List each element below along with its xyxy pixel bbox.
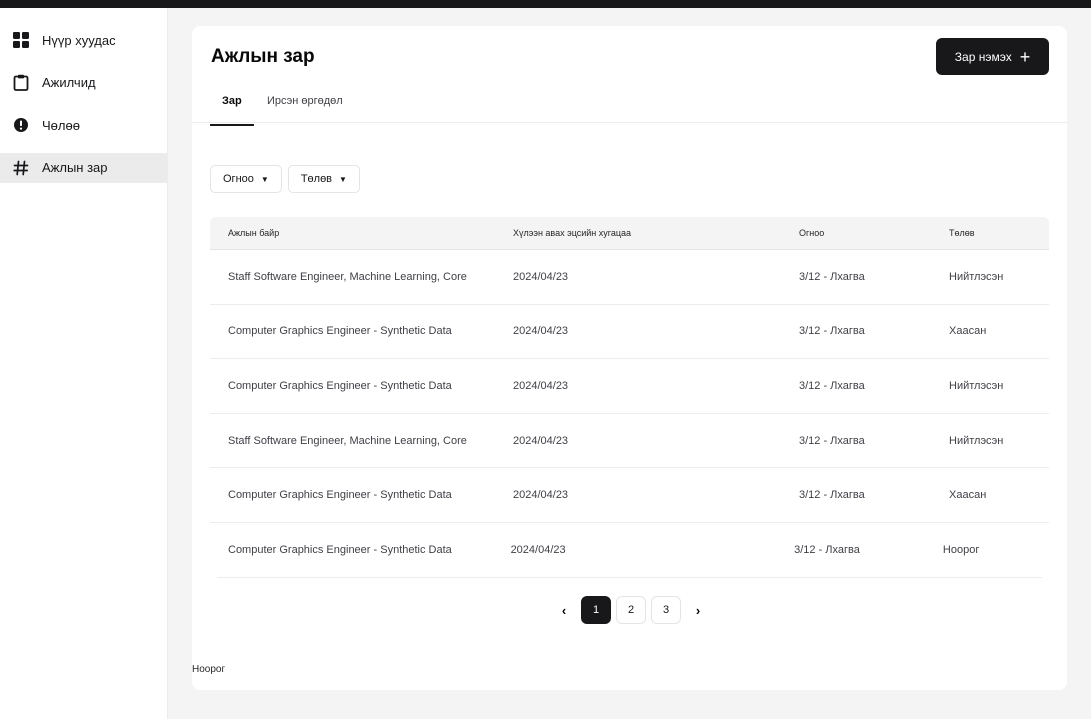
sidebar: Нүүр хуудас Ажилчид Чөлөө Ажлын зар xyxy=(0,8,168,719)
cell-position: Computer Graphics Engineer - Synthetic D… xyxy=(228,379,452,392)
chevron-down-icon: ▼ xyxy=(339,174,347,184)
column-header-date[interactable]: Огноо xyxy=(781,228,931,238)
cell-deadline: 2024/04/23 xyxy=(513,489,569,502)
cell-date: 3/12 - Лхагва xyxy=(799,270,865,283)
cell-status: Нийтлэсэн xyxy=(949,379,1004,392)
next-page-button[interactable]: › xyxy=(686,596,710,624)
chevron-down-icon: ▼ xyxy=(260,174,269,184)
cell-position: Computer Graphics Engineer - Synthetic D… xyxy=(228,543,452,556)
sidebar-item-leave[interactable]: Чөлөө xyxy=(0,110,167,140)
table-row[interactable]: Staff Software Engineer, Machine Learnin… xyxy=(210,250,1049,305)
tab-postings[interactable]: Зар xyxy=(210,95,254,126)
cell-date: 3/12 - Лхагва xyxy=(799,489,865,502)
column-header-deadline[interactable]: Хүлээн авах эцсийн хугацаа xyxy=(495,228,781,238)
cell-deadline: 2024/04/23 xyxy=(513,379,569,392)
clipboard-icon xyxy=(12,74,29,91)
column-header-status[interactable]: Төлөв xyxy=(931,228,1049,238)
date-filter-dropdown[interactable]: Огноо ▼ xyxy=(210,165,282,193)
plus-icon: + xyxy=(1019,46,1031,67)
cell-status: Нийтлэсэн xyxy=(949,434,1004,447)
status-filter-dropdown[interactable]: Төлөв ▼ xyxy=(287,165,360,193)
table-row[interactable]: Computer Graphics Engineer - Synthetic D… xyxy=(217,523,1042,578)
job-postings-card: Ажлын зар Зар нэмэх + Зар Ирсэн өргөдөл … xyxy=(192,26,1067,690)
cell-position: Staff Software Engineer, Machine Learnin… xyxy=(228,434,467,447)
sidebar-item-employees[interactable]: Ажилчид xyxy=(0,68,167,98)
top-bar xyxy=(0,0,1091,8)
cell-deadline: 2024/04/23 xyxy=(513,270,569,283)
page-2-button[interactable]: 2 xyxy=(616,596,646,624)
cell-status: Хаасан xyxy=(949,489,987,502)
sidebar-item-home[interactable]: Нүүр хуудас xyxy=(0,25,167,55)
cell-date: 3/12 - Лхагва xyxy=(799,379,865,392)
cell-deadline: 2024/04/23 xyxy=(513,325,569,338)
table-row[interactable]: Computer Graphics Engineer - Synthetic D… xyxy=(210,359,1049,414)
alert-circle-icon xyxy=(12,117,29,134)
footer-note: Ноорог xyxy=(192,664,226,675)
cell-status: Хаасан xyxy=(949,325,987,338)
cell-status: Нийтлэсэн xyxy=(949,270,1004,283)
sidebar-item-job-postings[interactable]: Ажлын зар xyxy=(0,152,167,183)
cell-status: Ноорог xyxy=(942,543,980,556)
cell-date: 3/12 - Лхагва xyxy=(799,325,865,338)
add-posting-label: Зар нэмэх xyxy=(954,49,1012,64)
cell-position: Staff Software Engineer, Machine Learnin… xyxy=(228,270,467,283)
table-row[interactable]: Computer Graphics Engineer - Synthetic D… xyxy=(210,305,1049,360)
cell-date: 3/12 - Лхагва xyxy=(794,543,860,556)
cell-deadline: 2024/04/23 xyxy=(513,434,569,447)
hash-icon xyxy=(12,159,29,176)
job-postings-table: Ажлын байр Хүлээн авах эцсийн хугацаа Ог… xyxy=(210,217,1049,578)
cell-date: 3/12 - Лхагва xyxy=(799,434,865,447)
filters: Огноо ▼ Төлөв ▼ xyxy=(210,165,360,193)
sidebar-item-label: Чөлөө xyxy=(42,117,80,133)
cell-deadline: 2024/04/23 xyxy=(510,543,566,556)
sidebar-item-label: Ажлын зар xyxy=(42,160,108,175)
sidebar-item-label: Нүүр хуудас xyxy=(42,32,116,48)
cell-position: Computer Graphics Engineer - Synthetic D… xyxy=(228,325,452,338)
date-filter-label: Огноо xyxy=(223,173,254,185)
sidebar-item-label: Ажилчид xyxy=(42,75,96,90)
grid-icon xyxy=(12,32,29,49)
status-filter-label: Төлөв xyxy=(300,173,333,185)
table-row[interactable]: Computer Graphics Engineer - Synthetic D… xyxy=(210,468,1049,523)
page-3-button[interactable]: 3 xyxy=(651,596,681,624)
column-header-position[interactable]: Ажлын байр xyxy=(210,228,495,238)
cell-position: Computer Graphics Engineer - Synthetic D… xyxy=(228,489,452,502)
previous-page-button[interactable]: ‹ xyxy=(552,596,576,624)
tab-received-applications[interactable]: Ирсэн өргөдөл xyxy=(267,95,343,124)
tabs: Зар Ирсэн өргөдөл xyxy=(192,86,1067,126)
page-1-button[interactable]: 1 xyxy=(581,596,611,624)
page-title: Ажлын зар xyxy=(211,46,315,67)
pagination: ‹ 1 2 3 › xyxy=(552,596,710,624)
table-header: Ажлын байр Хүлээн авах эцсийн хугацаа Ог… xyxy=(210,217,1049,250)
add-posting-button[interactable]: Зар нэмэх + xyxy=(936,38,1049,75)
table-row[interactable]: Staff Software Engineer, Machine Learnin… xyxy=(210,414,1049,469)
